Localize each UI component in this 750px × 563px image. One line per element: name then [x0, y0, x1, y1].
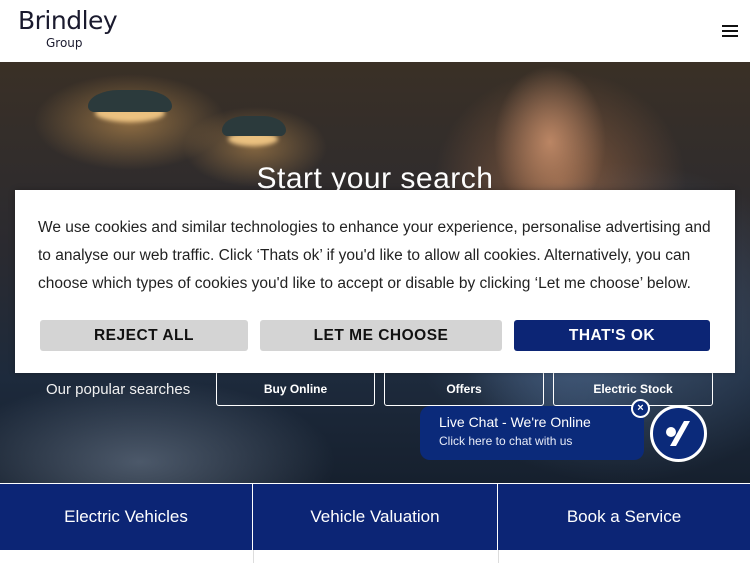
chat-close-icon[interactable]: ×	[631, 399, 650, 418]
tile-divider	[253, 550, 254, 563]
brindley-logo[interactable]: Brindley Group	[18, 6, 118, 49]
live-chat-subtitle: Click here to chat with us	[439, 434, 573, 448]
logo-subtitle: Group	[46, 36, 83, 50]
pendant-lamp-icon	[88, 90, 172, 112]
tile-book-a-service[interactable]: Book a Service	[498, 483, 750, 550]
live-chat-bubble[interactable]: Live Chat - We're Online Click here to c…	[420, 406, 644, 460]
brindley-chat-logo-icon[interactable]	[650, 405, 707, 462]
live-chat-title: Live Chat - We're Online	[439, 414, 591, 430]
let-me-choose-button[interactable]: LET ME CHOOSE	[260, 320, 502, 351]
search-chip-buy-online[interactable]: Buy Online	[216, 371, 375, 406]
cookie-consent-text: We use cookies and similar technologies …	[38, 219, 711, 292]
tile-vehicle-valuation[interactable]: Vehicle Valuation	[253, 483, 498, 550]
hamburger-menu-icon[interactable]	[722, 25, 738, 38]
site-header: Brindley Group	[0, 0, 750, 62]
reject-all-button[interactable]: REJECT ALL	[40, 320, 248, 351]
thats-ok-button[interactable]: THAT'S OK	[514, 320, 710, 351]
search-chip-offers[interactable]: Offers	[384, 371, 544, 406]
cookie-consent-banner: We use cookies and similar technologies …	[15, 190, 735, 373]
logo-wordmark: Brindley	[18, 6, 118, 35]
page-below-fold	[0, 550, 750, 563]
tile-electric-vehicles[interactable]: Electric Vehicles	[0, 483, 253, 550]
tile-divider	[498, 550, 499, 563]
chat-logo-mark-icon	[666, 421, 690, 446]
quick-links-tiles: Electric Vehicles Vehicle Valuation Book…	[0, 483, 750, 550]
pendant-lamp-icon	[222, 116, 286, 136]
popular-searches-label: Our popular searches	[46, 381, 191, 398]
